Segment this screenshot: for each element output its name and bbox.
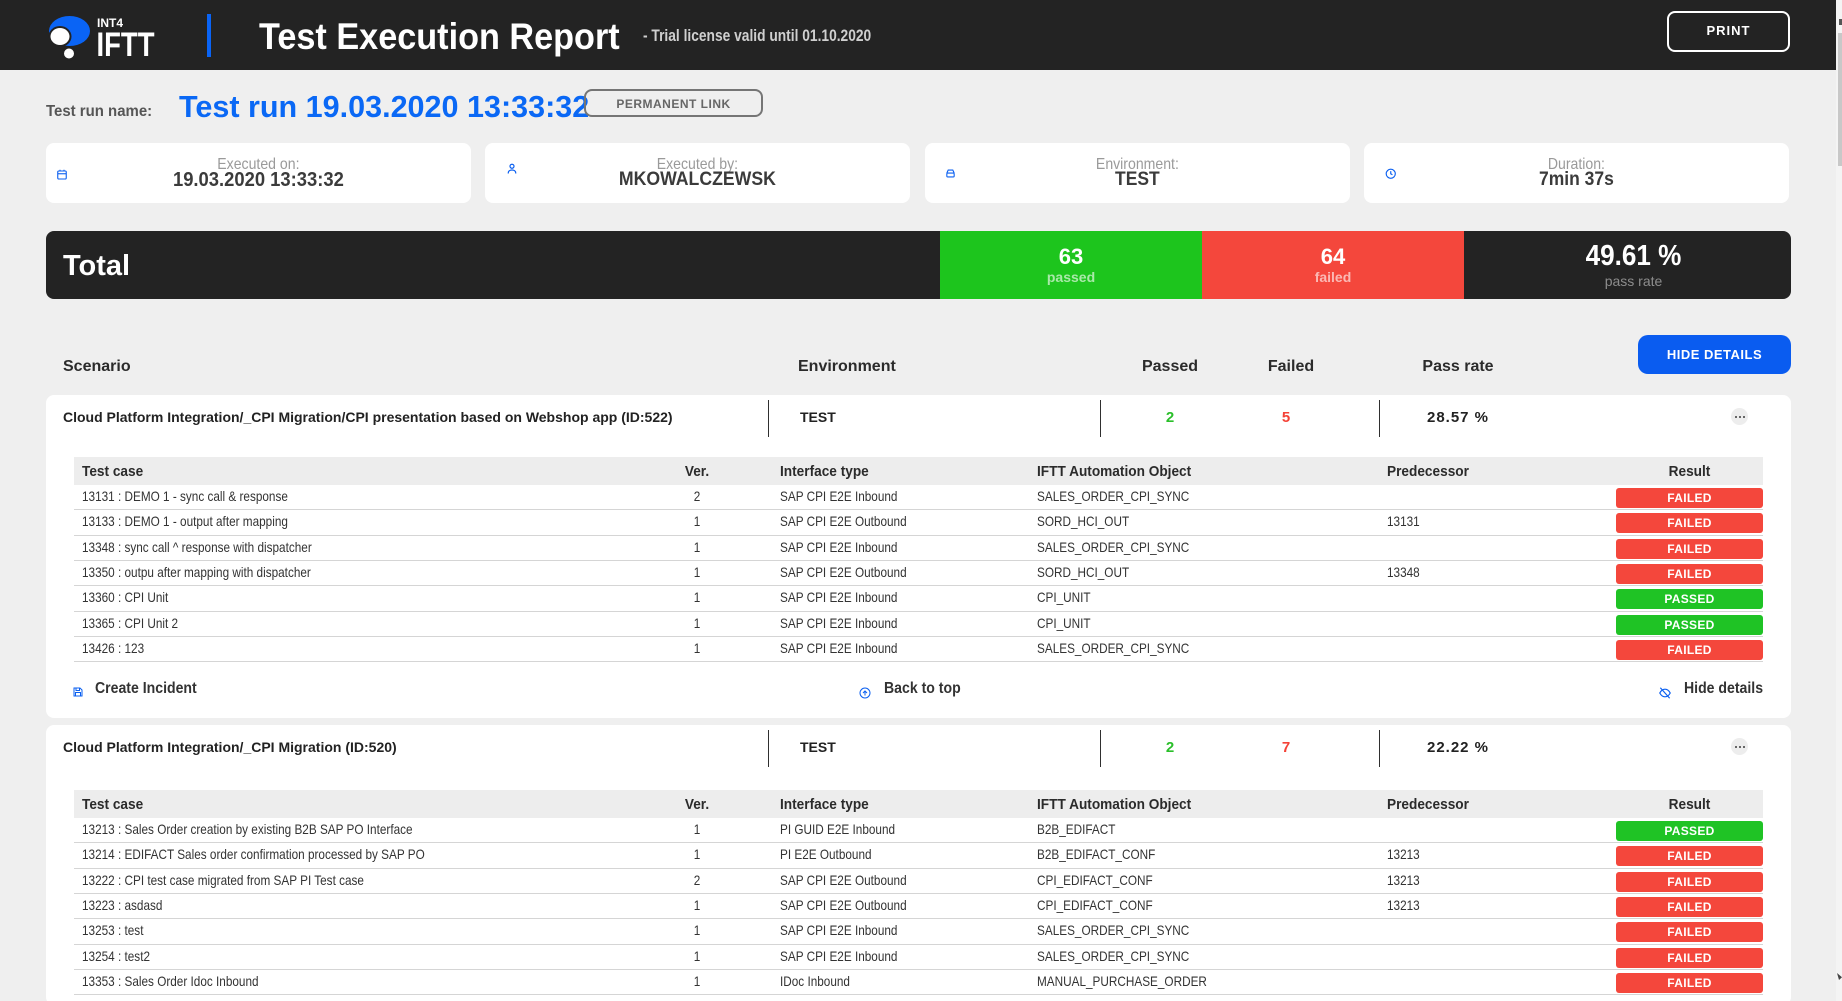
- svg-text:IFTT: IFTT: [97, 26, 155, 64]
